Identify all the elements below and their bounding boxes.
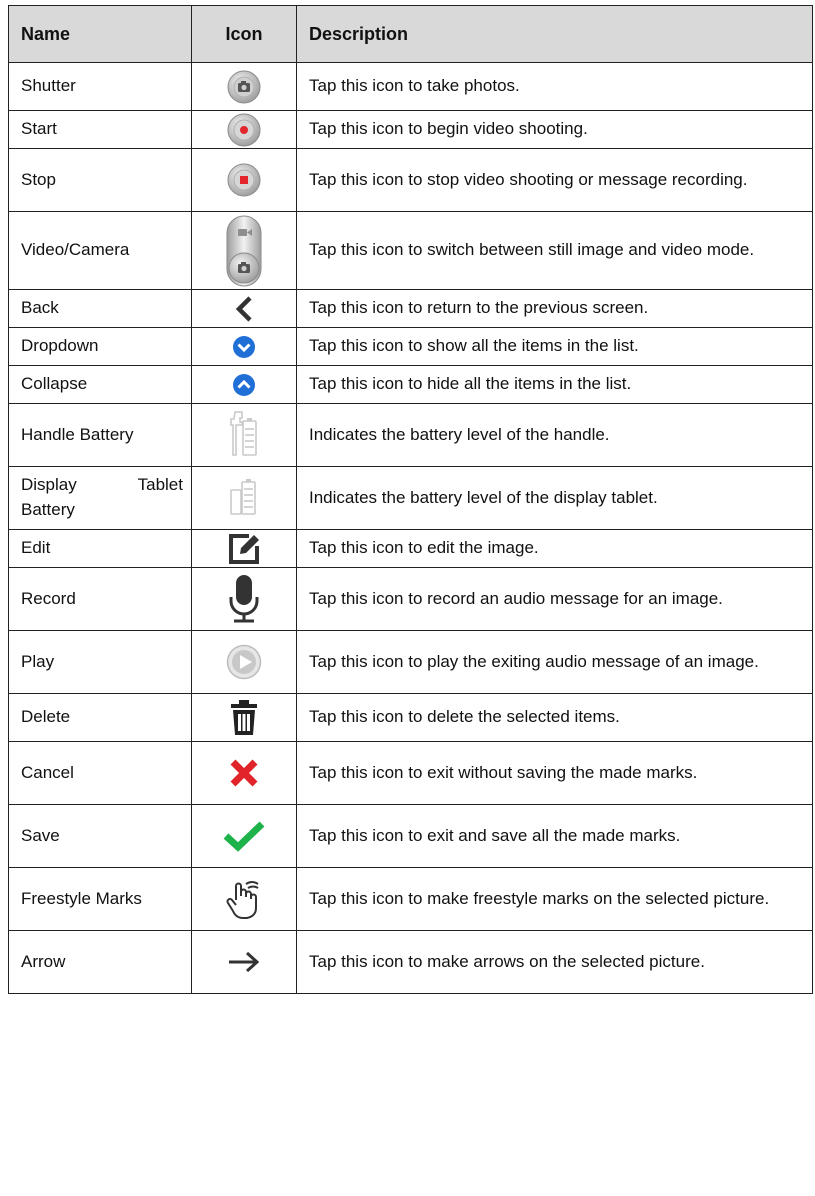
- video-camera-toggle-icon: [191, 211, 297, 290]
- row-name: Shutter: [8, 62, 192, 111]
- cancel-x-icon: [191, 741, 297, 805]
- row-name: Back: [8, 289, 192, 328]
- row-description: Indicates the battery level of the handl…: [296, 403, 813, 467]
- table-header-row: Name Icon Description: [8, 5, 813, 63]
- row-name: Display Tablet Battery: [8, 466, 192, 530]
- row-description: Tap this icon to take photos.: [296, 62, 813, 111]
- row-description: Tap this icon to make arrows on the sele…: [296, 930, 813, 994]
- arrow-right-icon: [191, 930, 297, 994]
- table-row: Arrow Tap this icon to make arrows on th…: [8, 930, 813, 994]
- header-name: Name: [8, 5, 192, 63]
- icon-reference-table: Name Icon Description Shutter Tap this i…: [8, 5, 813, 994]
- row-description: Tap this icon to show all the items in t…: [296, 327, 813, 366]
- header-icon: Icon: [191, 5, 297, 63]
- table-row: Collapse Tap this icon to hide all the i…: [8, 365, 813, 404]
- row-name: Delete: [8, 693, 192, 742]
- trash-icon: [191, 693, 297, 742]
- row-description: Tap this icon to record an audio message…: [296, 567, 813, 631]
- row-description: Tap this icon to stop video shooting or …: [296, 148, 813, 212]
- row-description: Tap this icon to exit without saving the…: [296, 741, 813, 805]
- table-row: Display Tablet Battery Indicates the bat…: [8, 466, 813, 530]
- row-name: Arrow: [8, 930, 192, 994]
- freestyle-hand-icon: [191, 867, 297, 931]
- row-description: Tap this icon to edit the image.: [296, 529, 813, 568]
- row-description: Tap this icon to switch between still im…: [296, 211, 813, 290]
- save-check-icon: [191, 804, 297, 868]
- row-name: Cancel: [8, 741, 192, 805]
- table-row: Video/Camera Tap this icon to switch bet…: [8, 211, 813, 290]
- row-description: Tap this icon to delete the selected ite…: [296, 693, 813, 742]
- row-name: Video/Camera: [8, 211, 192, 290]
- row-name: Edit: [8, 529, 192, 568]
- header-description: Description: [296, 5, 813, 63]
- start-record-icon: [191, 110, 297, 149]
- row-description: Tap this icon to make freestyle marks on…: [296, 867, 813, 931]
- table-row: Handle Battery Indicates the battery lev…: [8, 403, 813, 467]
- table-row: Play Tap this icon to play the exiting a…: [8, 630, 813, 694]
- row-description: Tap this icon to play the exiting audio …: [296, 630, 813, 694]
- row-name: Dropdown: [8, 327, 192, 366]
- handle-battery-icon: [191, 403, 297, 467]
- shutter-icon: [191, 62, 297, 111]
- row-name: Start: [8, 110, 192, 149]
- play-icon: [191, 630, 297, 694]
- row-description: Tap this icon to begin video shooting.: [296, 110, 813, 149]
- collapse-icon: [191, 365, 297, 404]
- back-chevron-icon: [191, 289, 297, 328]
- table-row: Cancel Tap this icon to exit without sav…: [8, 741, 813, 805]
- table-row: Stop Tap this icon to stop video shootin…: [8, 148, 813, 212]
- row-name: Record: [8, 567, 192, 631]
- row-name: Collapse: [8, 365, 192, 404]
- row-name: Freestyle Marks: [8, 867, 192, 931]
- stop-record-icon: [191, 148, 297, 212]
- row-name: Save: [8, 804, 192, 868]
- row-name: Stop: [8, 148, 192, 212]
- table-row: Dropdown Tap this icon to show all the i…: [8, 327, 813, 366]
- table-row: Save Tap this icon to exit and save all …: [8, 804, 813, 868]
- edit-icon: [191, 529, 297, 568]
- row-name: Play: [8, 630, 192, 694]
- table-row: Delete Tap this icon to delete the selec…: [8, 693, 813, 742]
- table-row: Edit Tap this icon to edit the image.: [8, 529, 813, 568]
- table-row: Back Tap this icon to return to the prev…: [8, 289, 813, 328]
- row-description: Indicates the battery level of the displ…: [296, 466, 813, 530]
- row-description: Tap this icon to exit and save all the m…: [296, 804, 813, 868]
- dropdown-icon: [191, 327, 297, 366]
- row-name: Handle Battery: [8, 403, 192, 467]
- row-description: Tap this icon to hide all the items in t…: [296, 365, 813, 404]
- microphone-icon: [191, 567, 297, 631]
- table-row: Shutter Tap this icon to take photos.: [8, 62, 813, 111]
- table-row: Freestyle Marks Tap this icon to make fr…: [8, 867, 813, 931]
- tablet-battery-icon: [191, 466, 297, 530]
- table-row: Record Tap this icon to record an audio …: [8, 567, 813, 631]
- table-row: Start Tap this icon to begin video shoot…: [8, 110, 813, 149]
- row-description: Tap this icon to return to the previous …: [296, 289, 813, 328]
